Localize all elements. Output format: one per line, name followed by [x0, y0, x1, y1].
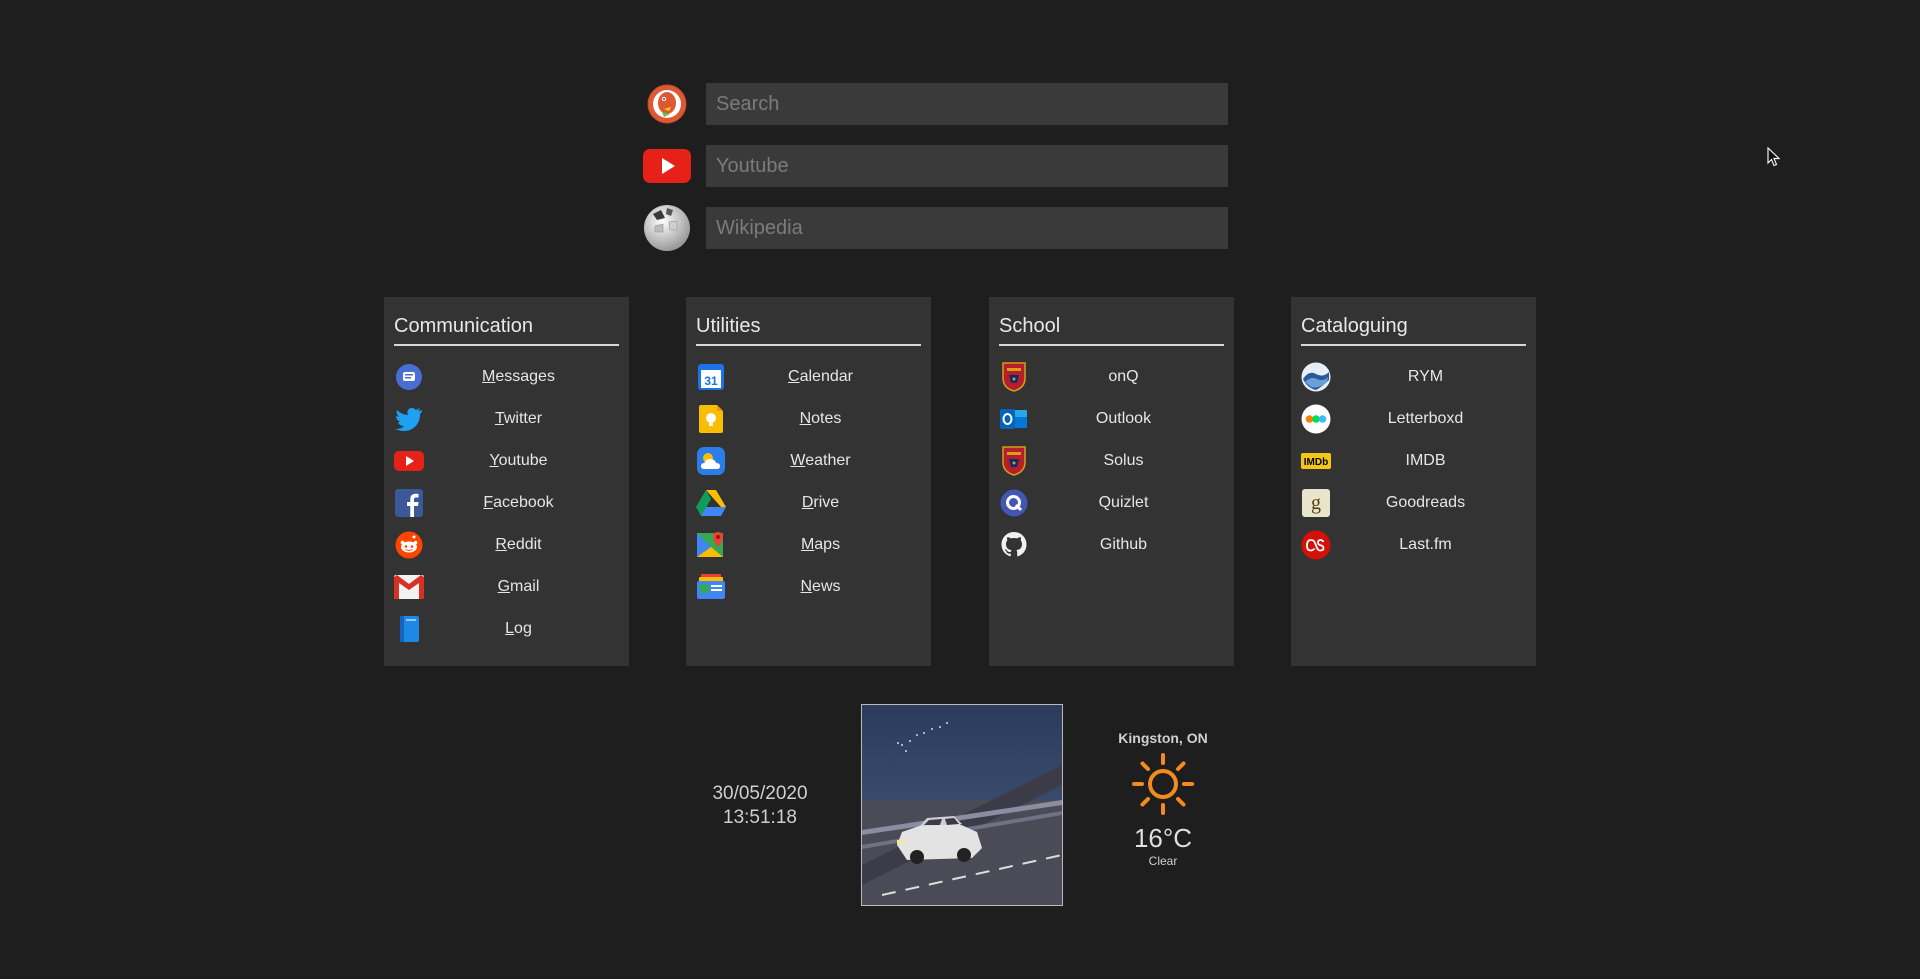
link-label[interactable]: Last.fm	[1331, 536, 1526, 554]
link-label[interactable]: RYM	[1331, 368, 1526, 386]
panel-title: Communication	[394, 307, 619, 346]
link-outlook[interactable]: Outlook	[999, 398, 1224, 440]
duckduckgo-search-row	[640, 83, 1230, 125]
link-solus[interactable]: Solus	[999, 440, 1224, 482]
maps-icon	[696, 530, 726, 560]
clock: 30/05/2020 13:51:18	[690, 782, 830, 830]
link-label[interactable]: Outlook	[1029, 410, 1224, 428]
link-lastfm[interactable]: Last.fm	[1301, 524, 1526, 566]
link-label[interactable]: News	[726, 578, 921, 596]
duckduckgo-icon[interactable]	[640, 83, 694, 125]
panel-utilities: Utilities 31 Calendar Notes Weather Driv…	[686, 297, 931, 666]
link-rym[interactable]: RYM	[1301, 356, 1526, 398]
weather-city: Kingston, ON	[1118, 730, 1208, 746]
link-label[interactable]: Weather	[726, 452, 921, 470]
link-goodreads[interactable]: g Goodreads	[1301, 482, 1526, 524]
imdb-icon: IMDb	[1301, 446, 1331, 476]
weather-widget: Kingston, ON 16°C Clear	[1105, 730, 1221, 868]
link-label[interactable]: Quizlet	[1029, 494, 1224, 512]
youtube-icon	[394, 446, 424, 476]
wallpaper-image	[861, 704, 1063, 906]
goodreads-icon-letter: g	[1311, 492, 1321, 514]
goodreads-icon: g	[1301, 488, 1331, 518]
youtube-search-row	[640, 145, 1230, 187]
keep-notes-icon	[696, 404, 726, 434]
link-label[interactable]: Messages	[424, 368, 619, 386]
link-label[interactable]: onQ	[1029, 368, 1224, 386]
link-label[interactable]: Twitter	[424, 410, 619, 428]
link-onq[interactable]: onQ	[999, 356, 1224, 398]
rym-icon	[1301, 362, 1331, 392]
link-facebook[interactable]: Facebook	[394, 482, 619, 524]
weather-icon	[696, 446, 726, 476]
link-quizlet[interactable]: Quizlet	[999, 482, 1224, 524]
link-label[interactable]: Youtube	[424, 452, 619, 470]
panel-title: Utilities	[696, 307, 921, 346]
panel-school: School onQ Outlook Solus Quizlet Github	[989, 297, 1234, 666]
messages-icon	[394, 362, 424, 392]
link-log[interactable]: Log	[394, 608, 619, 650]
link-letterboxd[interactable]: Letterboxd	[1301, 398, 1526, 440]
outlook-icon	[999, 404, 1029, 434]
clock-date: 30/05/2020	[712, 783, 808, 804]
link-label[interactable]: Facebook	[424, 494, 619, 512]
link-reddit[interactable]: Reddit	[394, 524, 619, 566]
clock-time: 13:51:18	[723, 807, 797, 828]
link-youtube[interactable]: Youtube	[394, 440, 619, 482]
link-label[interactable]: IMDB	[1331, 452, 1526, 470]
youtube-search-input[interactable]	[706, 145, 1228, 187]
link-github[interactable]: Github	[999, 524, 1224, 566]
panel-title: School	[999, 307, 1224, 346]
wikipedia-search-input[interactable]	[706, 207, 1228, 249]
weather-condition: Clear	[1148, 854, 1178, 868]
sun-icon	[1105, 752, 1221, 821]
lastfm-icon	[1301, 530, 1331, 560]
imdb-icon-text: IMDb	[1304, 457, 1328, 468]
link-label[interactable]: Solus	[1029, 452, 1224, 470]
link-weather[interactable]: Weather	[696, 440, 921, 482]
link-maps[interactable]: Maps	[696, 524, 921, 566]
link-label[interactable]: Log	[424, 620, 619, 638]
link-label[interactable]: Calendar	[726, 368, 921, 386]
youtube-icon[interactable]	[640, 145, 694, 187]
link-notes[interactable]: Notes	[696, 398, 921, 440]
link-label[interactable]: Maps	[726, 536, 921, 554]
gmail-icon	[394, 572, 424, 602]
link-label[interactable]: Reddit	[424, 536, 619, 554]
panel-communication: Communication Messages Twitter Youtube F…	[384, 297, 629, 666]
wikipedia-search-row	[640, 205, 1230, 251]
news-icon	[696, 572, 726, 602]
wikipedia-globe-icon[interactable]	[640, 205, 694, 251]
book-icon	[394, 614, 424, 644]
twitter-icon	[394, 404, 424, 434]
github-icon	[999, 530, 1029, 560]
link-drive[interactable]: Drive	[696, 482, 921, 524]
link-label[interactable]: Goodreads	[1331, 494, 1526, 512]
crest-icon	[999, 362, 1029, 392]
link-calendar[interactable]: 31 Calendar	[696, 356, 921, 398]
quizlet-icon	[999, 488, 1029, 518]
panel-cataloguing: Cataloguing RYM Letterboxd IMDb IMDB g G…	[1291, 297, 1536, 666]
weather-temperature: 16°C	[1133, 823, 1193, 853]
link-label[interactable]: Drive	[726, 494, 921, 512]
letterboxd-icon	[1301, 404, 1331, 434]
link-news[interactable]: News	[696, 566, 921, 608]
calendar-icon-number: 31	[704, 374, 718, 388]
reddit-icon	[394, 530, 424, 560]
mouse-cursor-icon	[1767, 146, 1781, 172]
crest-icon	[999, 446, 1029, 476]
search-input[interactable]	[706, 83, 1228, 125]
link-gmail[interactable]: Gmail	[394, 566, 619, 608]
facebook-icon	[394, 488, 424, 518]
link-label[interactable]: Letterboxd	[1331, 410, 1526, 428]
panel-title: Cataloguing	[1301, 307, 1526, 346]
link-label[interactable]: Github	[1029, 536, 1224, 554]
link-twitter[interactable]: Twitter	[394, 398, 619, 440]
drive-icon	[696, 488, 726, 518]
link-messages[interactable]: Messages	[394, 356, 619, 398]
calendar-icon: 31	[696, 362, 726, 392]
link-label[interactable]: Notes	[726, 410, 921, 428]
link-label[interactable]: Gmail	[424, 578, 619, 596]
link-imdb[interactable]: IMDb IMDB	[1301, 440, 1526, 482]
